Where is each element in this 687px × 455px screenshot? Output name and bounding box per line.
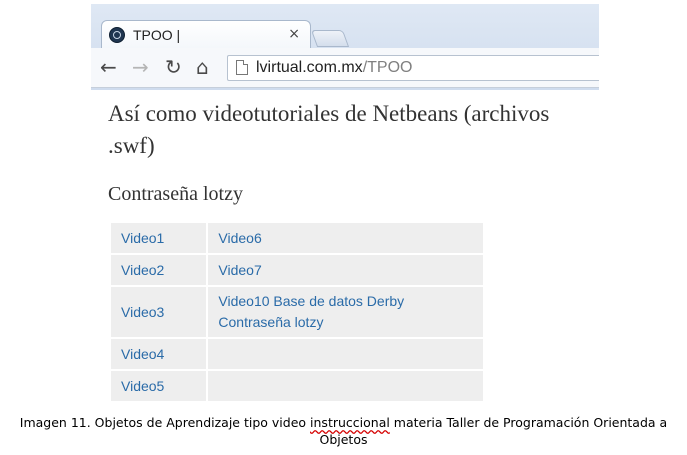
video4-link[interactable]: Video4 (121, 344, 196, 365)
table-cell: Video10 Base de datos Derby Contraseña l… (206, 285, 485, 339)
video10-link[interactable]: Video10 Base de datos Derby (218, 291, 473, 312)
empty-table-cell (206, 369, 485, 403)
url-domain: lvirtual.com.mx (256, 59, 363, 76)
table-row: Video4 (108, 337, 485, 371)
new-tab-button[interactable] (310, 30, 350, 47)
video10-password-link[interactable]: Contraseña lotzy (218, 312, 473, 333)
video6-link[interactable]: Video6 (218, 228, 473, 249)
video2-link[interactable]: Video2 (121, 260, 196, 281)
url-text[interactable]: lvirtual.com.mx/TPOO (256, 59, 412, 77)
empty-table-cell (206, 337, 485, 371)
video5-link[interactable]: Video5 (121, 376, 196, 397)
table-cell: Video3 (108, 285, 209, 339)
caption-underlined-word: instruccional (310, 415, 390, 430)
table-row: Video2 Video7 (108, 253, 485, 287)
video7-link[interactable]: Video7 (218, 260, 473, 281)
forward-arrow-icon[interactable]: → (132, 57, 149, 77)
page-content: Así como videotutoriales de Netbeans (ar… (91, 90, 599, 403)
browser-toolbar: ← → ↻ ⌂ lvirtual.com.mx/TPOO (91, 48, 599, 88)
url-path: /TPOO (362, 59, 413, 76)
video3-link[interactable]: Video3 (121, 302, 196, 323)
table-cell: Video6 (206, 221, 485, 255)
table-cell: Video5 (108, 369, 209, 403)
tab-close-icon[interactable]: × (288, 26, 300, 42)
back-arrow-icon[interactable]: ← (100, 57, 117, 77)
browser-window: TPOO | × ← → ↻ ⌂ lvirtual.com.mx/TPOO As… (91, 4, 599, 403)
tab-title: TPOO | (133, 27, 181, 43)
table-row: Video3 Video10 Base de datos Derby Contr… (108, 285, 485, 339)
site-favicon-icon (109, 27, 125, 43)
home-icon[interactable]: ⌂ (196, 57, 209, 77)
page-heading: Así como videotutoriales de Netbeans (ar… (108, 101, 550, 158)
caption-text-start: Imagen 11. Objetos de Aprendizaje tipo v… (19, 415, 311, 430)
browser-tab[interactable]: TPOO | × (101, 20, 311, 48)
table-cell: Video4 (108, 337, 209, 371)
video-table: Video1 Video6 Video2 Video7 Video3 Video… (108, 221, 485, 403)
figure-caption: Imagen 11. Objetos de Aprendizaje tipo v… (0, 414, 687, 448)
video1-link[interactable]: Video1 (121, 228, 196, 249)
password-heading: Contraseña lotzy (108, 183, 243, 205)
reload-icon[interactable]: ↻ (165, 57, 182, 77)
table-row: Video1 Video6 (108, 221, 485, 255)
address-bar[interactable]: lvirtual.com.mx/TPOO (227, 55, 599, 81)
table-cell: Video1 (108, 221, 209, 255)
page-icon (236, 60, 248, 75)
table-row: Video5 (108, 369, 485, 403)
table-cell: Video7 (206, 253, 485, 287)
table-cell: Video2 (108, 253, 209, 287)
